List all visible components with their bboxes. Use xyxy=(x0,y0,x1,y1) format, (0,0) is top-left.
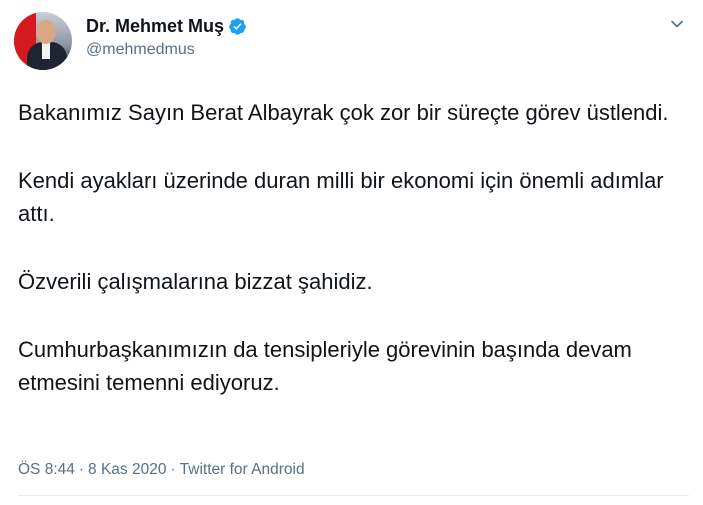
tweet-paragraph: Cumhurbaşkanımızın da tensipleriyle göre… xyxy=(18,337,632,395)
meta-separator: · xyxy=(78,461,85,478)
tweet-text: Bakanımız Sayın Berat Albayrak çok zor b… xyxy=(18,96,688,399)
tweet-time[interactable]: ÖS 8:44 xyxy=(18,461,75,478)
avatar[interactable] xyxy=(14,12,72,70)
tweet-source[interactable]: Twitter for Android xyxy=(180,461,305,478)
verified-badge-icon xyxy=(228,17,247,36)
tweet-card: Dr. Mehmet Muş @mehmedmus Bakanımız Sayı… xyxy=(0,0,703,505)
tweet-meta: ÖS 8:44 · 8 Kas 2020 · Twitter for Android xyxy=(18,461,305,479)
author-display-name[interactable]: Dr. Mehmet Muş xyxy=(86,16,224,37)
chevron-down-icon[interactable] xyxy=(667,14,687,34)
tweet-paragraph: Kendi ayakları üzerinde duran milli bir … xyxy=(18,168,664,226)
divider xyxy=(18,495,689,496)
author-handle[interactable]: @mehmedmus xyxy=(86,41,195,59)
author-name-row[interactable]: Dr. Mehmet Muş xyxy=(86,15,247,37)
tweet-date[interactable]: 8 Kas 2020 xyxy=(88,461,166,478)
tweet-paragraph: Özverili çalışmalarına bizzat şahidiz. xyxy=(18,269,373,294)
tweet-paragraph: Bakanımız Sayın Berat Albayrak çok zor b… xyxy=(18,100,669,125)
meta-separator: · xyxy=(170,461,176,478)
